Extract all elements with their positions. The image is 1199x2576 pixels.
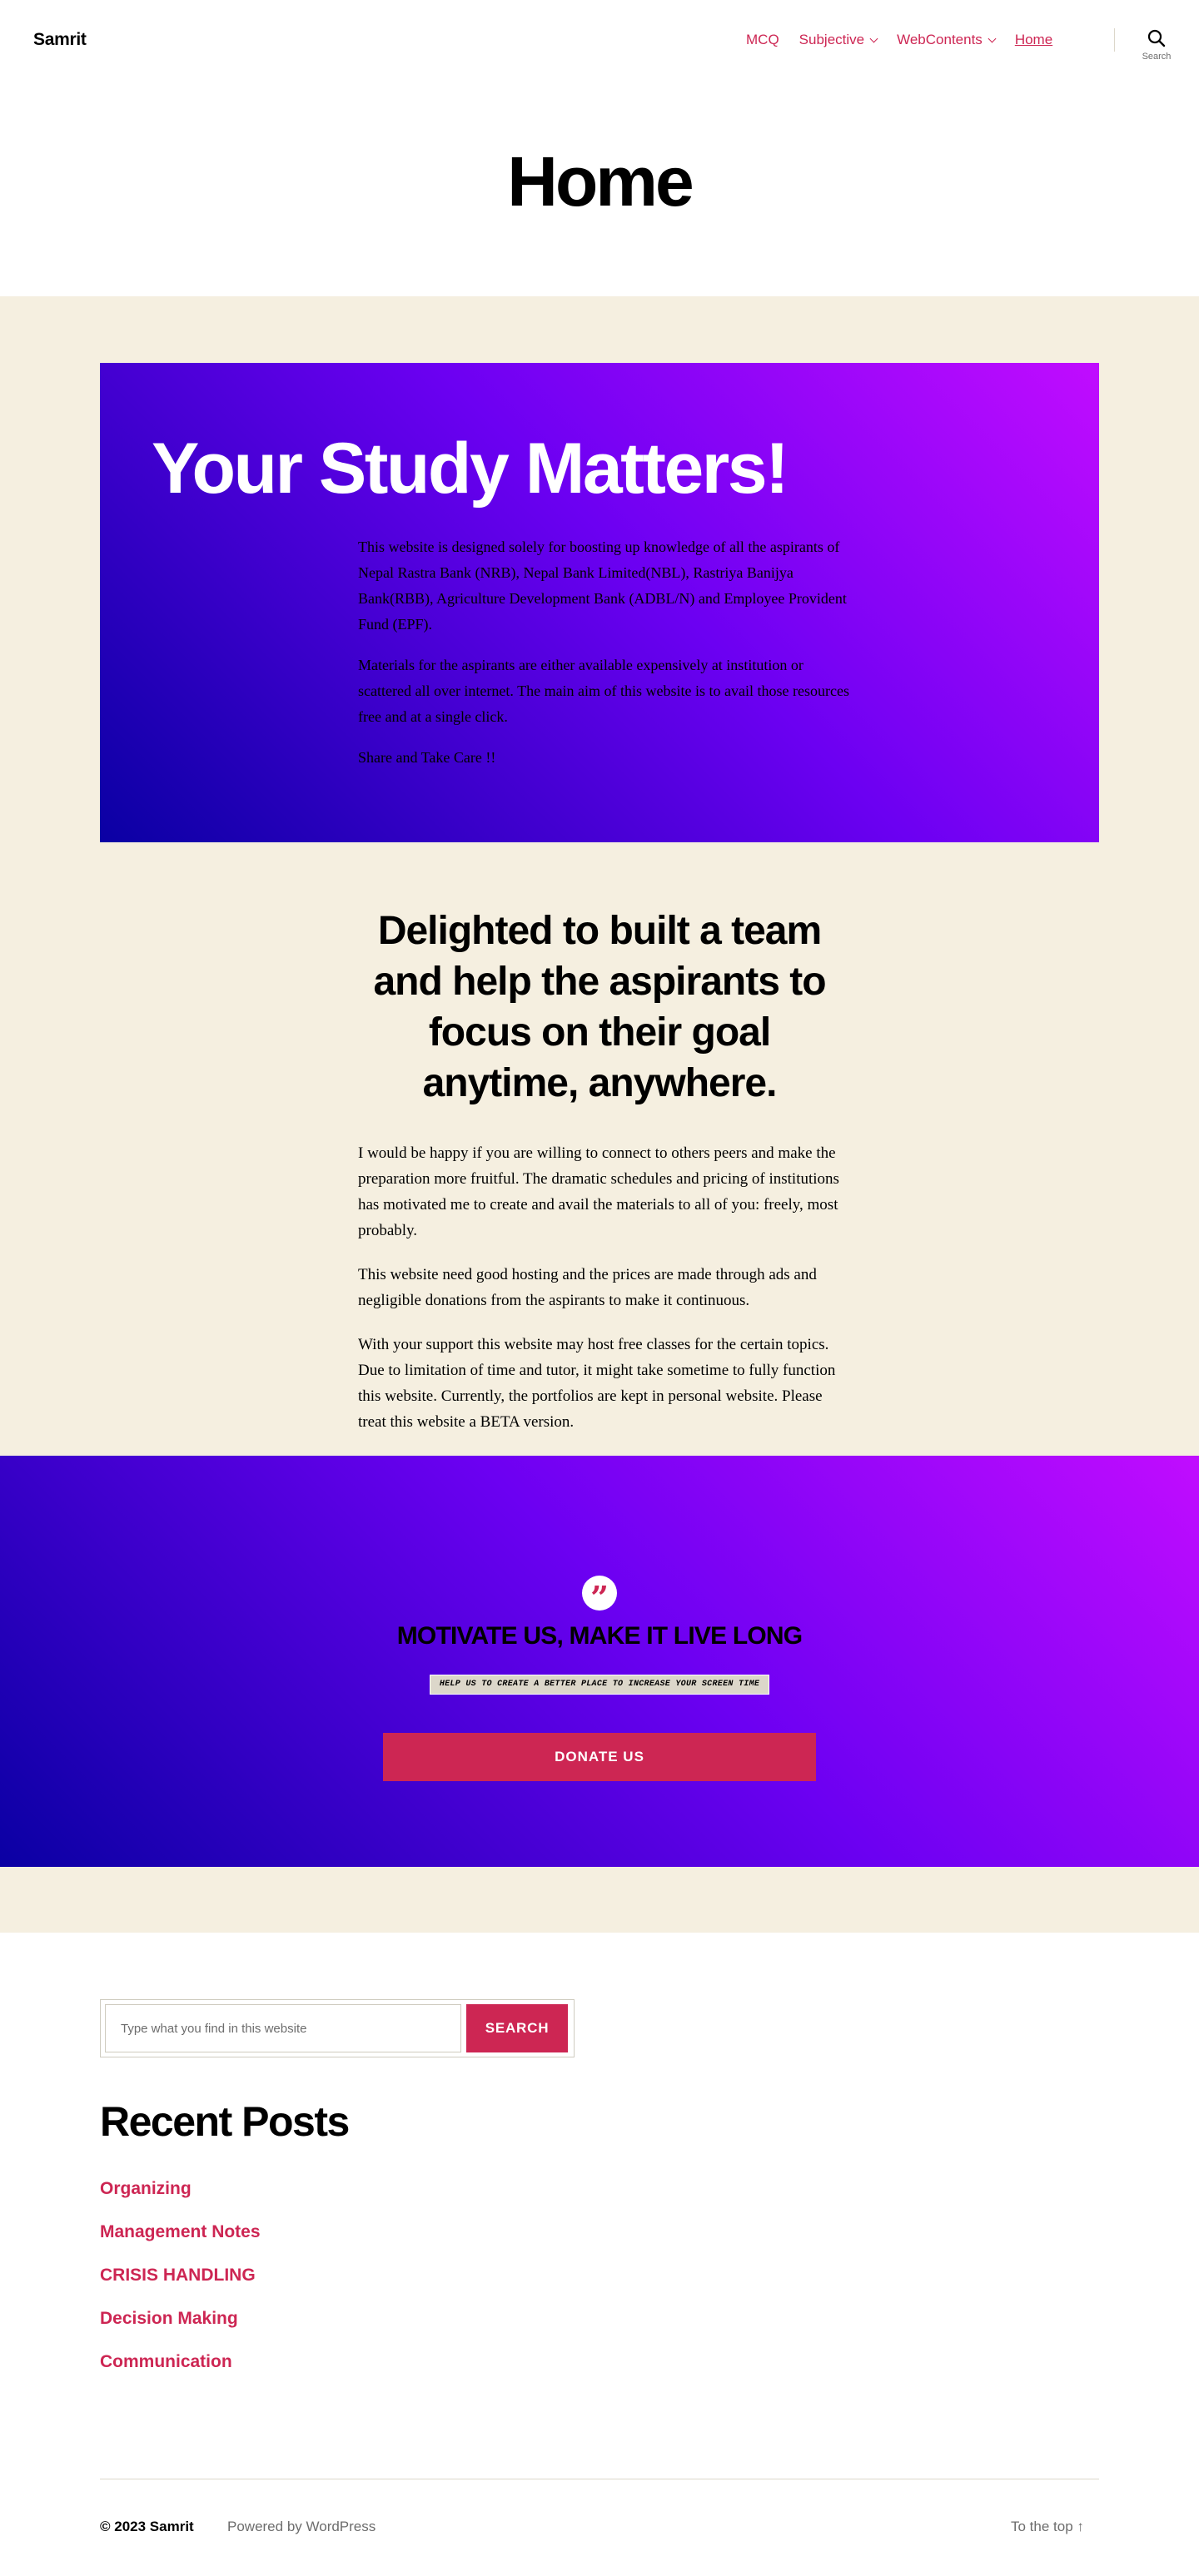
primary-nav: MCQ Subjective WebContents Home	[746, 32, 1052, 48]
page-title: Home	[507, 142, 694, 221]
hero-body: This website is designed solely for boos…	[358, 534, 849, 786]
entry-content: Your Study Matters! This website is desi…	[0, 296, 1199, 1933]
donate-button[interactable]: DONATE US	[383, 1733, 816, 1781]
team-body: I would be happy if you are willing to c…	[358, 1140, 841, 1435]
recent-post-link[interactable]: Management Notes	[100, 2222, 261, 2241]
chevron-down-icon[interactable]	[988, 34, 997, 42]
search-input[interactable]	[105, 2004, 461, 2052]
list-item: CRISIS HANDLING	[100, 2266, 261, 2309]
search-toggle-button[interactable]: Search	[1136, 28, 1177, 70]
page-header: Home	[0, 83, 1199, 296]
chevron-down-icon[interactable]	[869, 34, 878, 42]
nav-label: Home	[1014, 32, 1053, 47]
nav-divider	[1114, 28, 1115, 52]
search-icon	[1147, 29, 1166, 47]
hero-paragraph: Materials for the aspirants are either a…	[358, 657, 849, 725]
list-item: Decision Making	[100, 2309, 261, 2352]
back-to-top-link[interactable]: To the top ↑	[1011, 2519, 1084, 2535]
team-paragraph: This website need good hosting and the p…	[358, 1266, 817, 1309]
donate-banner: ” MOTIVATE US, MAKE IT LIVE LONG HELP US…	[0, 1456, 1199, 1867]
quote-icon: ”	[582, 1576, 617, 1616]
team-paragraph: I would be happy if you are willing to c…	[358, 1144, 839, 1239]
nav-label: MCQ	[746, 32, 779, 47]
donate-subtitle: HELP US TO CREATE A BETTER PLACE TO INCR…	[430, 1675, 769, 1695]
footer-copyright[interactable]: © 2023 Samrit	[100, 2519, 194, 2535]
list-item: Organizing	[100, 2179, 261, 2222]
hero-title: Your Study Matters!	[152, 429, 789, 509]
site-title[interactable]: Samrit	[33, 30, 87, 50]
list-item: Communication	[100, 2352, 261, 2395]
hero-paragraph: This website is designed solely for boos…	[358, 539, 847, 633]
recent-post-link[interactable]: Organizing	[100, 2179, 192, 2198]
list-item: Management Notes	[100, 2222, 261, 2266]
nav-item-home[interactable]: Home	[1015, 32, 1052, 48]
nav-item-mcq[interactable]: MCQ	[746, 32, 779, 48]
team-section: Delighted to built a team and help the a…	[358, 906, 841, 1453]
team-heading: Delighted to built a team and help the a…	[373, 909, 826, 1105]
hero-paragraph: Share and Take Care !!	[358, 749, 496, 766]
search-submit-button[interactable]: SEARCH	[466, 2004, 568, 2052]
site-header: Samrit MCQ Subjective WebContents Home S…	[0, 0, 1199, 83]
recent-posts-list: Organizing Management Notes CRISIS HANDL…	[100, 2179, 261, 2395]
footer-powered-by-link[interactable]: Powered by WordPress	[227, 2519, 376, 2535]
team-paragraph: With your support this website may host …	[358, 1336, 836, 1431]
recent-post-link[interactable]: Communication	[100, 2352, 232, 2371]
donate-heading: MOTIVATE US, MAKE IT LIVE LONG	[396, 1622, 803, 1650]
recent-post-link[interactable]: Decision Making	[100, 2309, 238, 2328]
search-form: SEARCH	[100, 1999, 575, 2057]
nav-item-subjective[interactable]: Subjective	[799, 32, 878, 48]
nav-label: WebContents	[897, 32, 983, 47]
recent-posts-heading: Recent Posts	[100, 2098, 350, 2145]
search-toggle-label: Search	[1142, 52, 1172, 62]
nav-item-webcontents[interactable]: WebContents	[897, 32, 997, 48]
recent-post-link[interactable]: CRISIS HANDLING	[100, 2266, 256, 2285]
nav-label: Subjective	[799, 32, 865, 47]
hero-cover: Your Study Matters! This website is desi…	[100, 363, 1099, 842]
